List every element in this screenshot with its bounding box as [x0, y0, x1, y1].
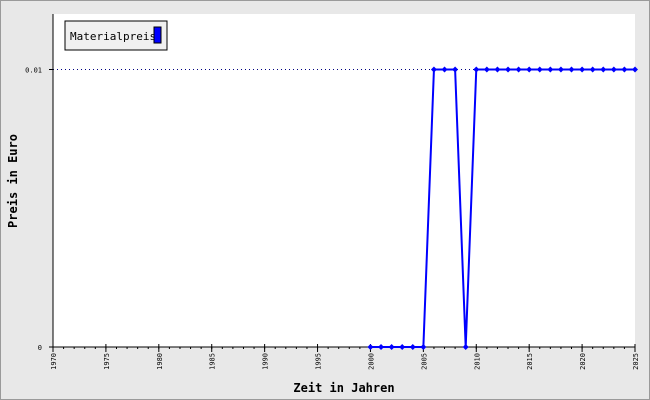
x-tick-label: 1980	[156, 353, 164, 370]
x-tick-label: 2015	[526, 353, 534, 370]
x-tick-label: 1985	[209, 353, 217, 370]
legend-swatch	[153, 26, 162, 44]
y-tick-label: 0.01	[25, 67, 42, 75]
legend-label: Materialpreis	[70, 30, 156, 43]
x-tick-label: 2025	[632, 353, 640, 370]
x-axis-title: Zeit in Jahren	[293, 381, 394, 395]
x-tick-label: 2010	[473, 353, 481, 370]
y-axis-title: Preis in Euro	[6, 134, 20, 228]
y-tick-label: 0	[38, 344, 42, 352]
x-tick-label: 1990	[262, 353, 270, 370]
x-tick-label: 2020	[579, 353, 587, 370]
x-tick-label: 2000	[367, 353, 375, 370]
x-tick-label: 1995	[315, 353, 323, 370]
legend: Materialpreis	[64, 20, 168, 51]
line-chart: 1970 1975 1980 1985 1990 1995 2000 2005 2010 2015…	[6, 14, 640, 395]
x-tick-label: 1975	[103, 353, 111, 370]
x-tick-label: 2005	[420, 353, 428, 370]
x-tick-label: 1970	[50, 353, 58, 370]
plot-area	[53, 14, 635, 347]
